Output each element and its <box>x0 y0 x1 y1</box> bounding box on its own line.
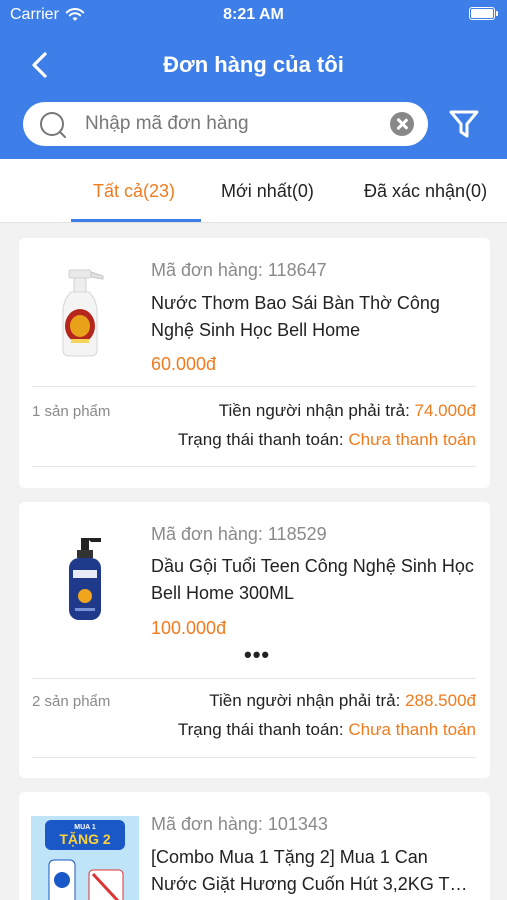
search-icon <box>40 112 66 138</box>
order-card[interactable]: Mã đơn hàng: 118529 Dầu Gội Tuổi Teen Cô… <box>19 502 490 778</box>
clock: 8:21 AM <box>223 6 284 23</box>
payment-status-value: Chưa thanh toán <box>348 720 476 739</box>
product-price: 60.000đ <box>151 354 217 374</box>
battery-icon <box>469 7 498 20</box>
product-image <box>31 260 139 368</box>
thumb-small-text: MUA 1 <box>74 824 96 831</box>
more-products-indicator[interactable]: ••• <box>244 642 270 668</box>
order-code: Mã đơn hàng: 118647 <box>151 260 327 280</box>
tab-all[interactable]: Tất cả(23) <box>93 181 175 202</box>
order-code: Mã đơn hàng: 101343 <box>151 814 328 834</box>
product-image: MUA 1 TẶNG 2 <box>31 816 139 900</box>
product-count: 2 sản phẩm <box>32 693 111 710</box>
payment-status-value: Chưa thanh toán <box>348 430 476 449</box>
clear-search-icon[interactable] <box>390 112 414 136</box>
total-amount-value: 74.000đ <box>414 401 476 420</box>
order-card[interactable]: Mã đơn hàng: 118647 Nước Thơm Bao Sái Bà… <box>19 238 490 488</box>
product-name-line1: [Combo Mua 1 Tặng 2] Mua 1 Can <box>151 847 428 867</box>
divider <box>32 757 476 758</box>
total-amount-row: Tiền người nhận phải trả: 74.000đ <box>219 401 476 421</box>
search-input[interactable] <box>85 102 385 146</box>
divider <box>32 466 476 467</box>
thumb-badge-text: TẶNG 2 <box>59 831 111 847</box>
divider <box>32 678 476 679</box>
filter-icon[interactable] <box>448 108 480 140</box>
app-header: Carrier 8:21 AM Đơn hàng của tôi <box>0 0 507 159</box>
order-card[interactable]: MUA 1 TẶNG 2 Mã đơn hàng: 101343 [Combo … <box>19 792 490 900</box>
product-name-line2: Nước Giặt Hương Cuốn Hút 3,2KG Tặng <box>151 874 476 894</box>
order-code: Mã đơn hàng: 118529 <box>151 524 327 544</box>
payment-status-label: Trạng thái thanh toán: <box>177 720 344 739</box>
product-price: 100.000đ <box>151 618 227 638</box>
product-name: Dầu Gội Tuổi Teen Công Nghệ Sinh Học Bel… <box>151 556 474 603</box>
status-bar: Carrier 8:21 AM <box>0 0 507 30</box>
divider <box>32 386 476 387</box>
tab-confirmed[interactable]: Đã xác nhận(0) <box>364 181 487 202</box>
payment-status-label: Trạng thái thanh toán: <box>177 430 344 449</box>
product-name: Nước Thơm Bao Sái Bàn Thờ Công Nghệ Sinh… <box>151 293 440 340</box>
order-status-tabs: Tất cả(23) Mới nhất(0) Đã xác nhận(0) <box>0 159 507 223</box>
payment-status-row: Trạng thái thanh toán: Chưa thanh toán <box>178 430 476 450</box>
tab-newest[interactable]: Mới nhất(0) <box>221 181 314 202</box>
product-count: 1 sản phẩm <box>32 403 111 420</box>
total-amount-label: Tiền người nhận phải trả: <box>218 401 410 420</box>
total-amount-label: Tiền người nhận phải trả: <box>209 691 401 710</box>
page-title: Đơn hàng của tôi <box>163 52 344 77</box>
active-tab-indicator <box>71 219 201 222</box>
total-amount-row: Tiền người nhận phải trả: 288.500đ <box>209 691 476 711</box>
product-image <box>31 524 139 632</box>
payment-status-row: Trạng thái thanh toán: Chưa thanh toán <box>178 720 476 740</box>
search-bar <box>23 102 428 146</box>
total-amount-value: 288.500đ <box>405 691 476 710</box>
